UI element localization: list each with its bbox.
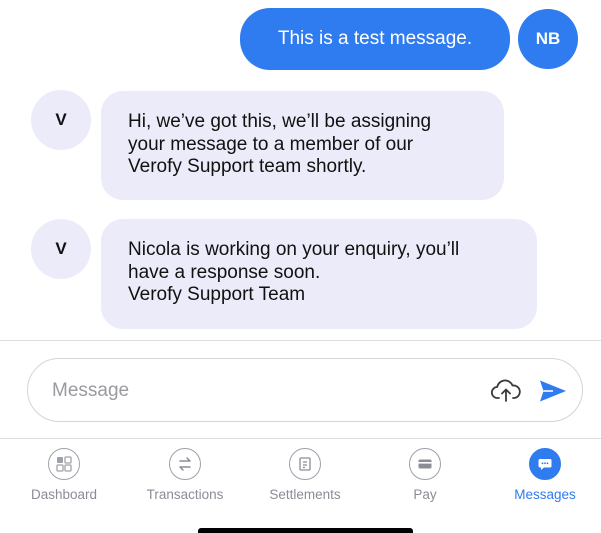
message-line: Nicola is working on your enquiry, you’l…: [128, 239, 460, 260]
tab-pay[interactable]: Pay: [375, 448, 475, 508]
tab-settlements[interactable]: Settlements: [255, 448, 355, 508]
upload-button[interactable]: [488, 373, 524, 407]
agent-avatar: V: [31, 90, 91, 150]
agent-avatar: V: [31, 219, 91, 279]
divider: [0, 340, 601, 341]
tab-label: Pay: [413, 487, 437, 502]
agent-avatar-initial: V: [55, 110, 67, 129]
dashboard-icon: [48, 448, 80, 480]
tab-label: Settlements: [269, 487, 341, 502]
send-icon: [540, 380, 566, 402]
tab-label: Dashboard: [30, 487, 98, 502]
user-avatar: NB: [518, 9, 578, 69]
incoming-message-bubble: Nicola is working on your enquiry, you’l…: [101, 219, 537, 329]
message-composer: [27, 358, 583, 422]
message-input[interactable]: [50, 373, 474, 409]
outgoing-message-bubble: This is a test message.: [240, 8, 510, 70]
settlements-icon: [289, 448, 321, 480]
tab-messages[interactable]: Messages: [495, 448, 595, 508]
agent-avatar-initial: V: [55, 239, 67, 258]
transactions-icon: [169, 448, 201, 480]
tab-label: Messages: [514, 487, 576, 502]
messages-icon: [529, 448, 561, 480]
incoming-message-bubble: Hi, we’ve got this, we’ll be assigning y…: [101, 91, 504, 200]
message-line: have a response soon.: [128, 261, 321, 283]
cloud-upload-icon: [491, 379, 521, 402]
tab-label: Transactions: [146, 487, 224, 502]
message-line: Hi, we’ve got this, we’ll be assigning: [128, 111, 432, 132]
outgoing-message-text: This is a test message.: [277, 28, 473, 49]
tab-dashboard[interactable]: Dashboard: [14, 448, 114, 508]
send-button[interactable]: [536, 375, 570, 407]
message-line: Verofy Support Team: [128, 284, 306, 305]
message-line: your message to a member of our: [128, 133, 414, 155]
home-indicator: [198, 528, 413, 533]
divider: [0, 438, 601, 439]
tab-transactions[interactable]: Transactions: [135, 448, 235, 508]
user-avatar-initials: NB: [535, 29, 561, 48]
message-line: Verofy Support team shortly.: [128, 156, 367, 177]
pay-card-icon: [409, 448, 441, 480]
chat-screen: This is a test message. NB V Hi, we’ve g…: [0, 0, 601, 533]
